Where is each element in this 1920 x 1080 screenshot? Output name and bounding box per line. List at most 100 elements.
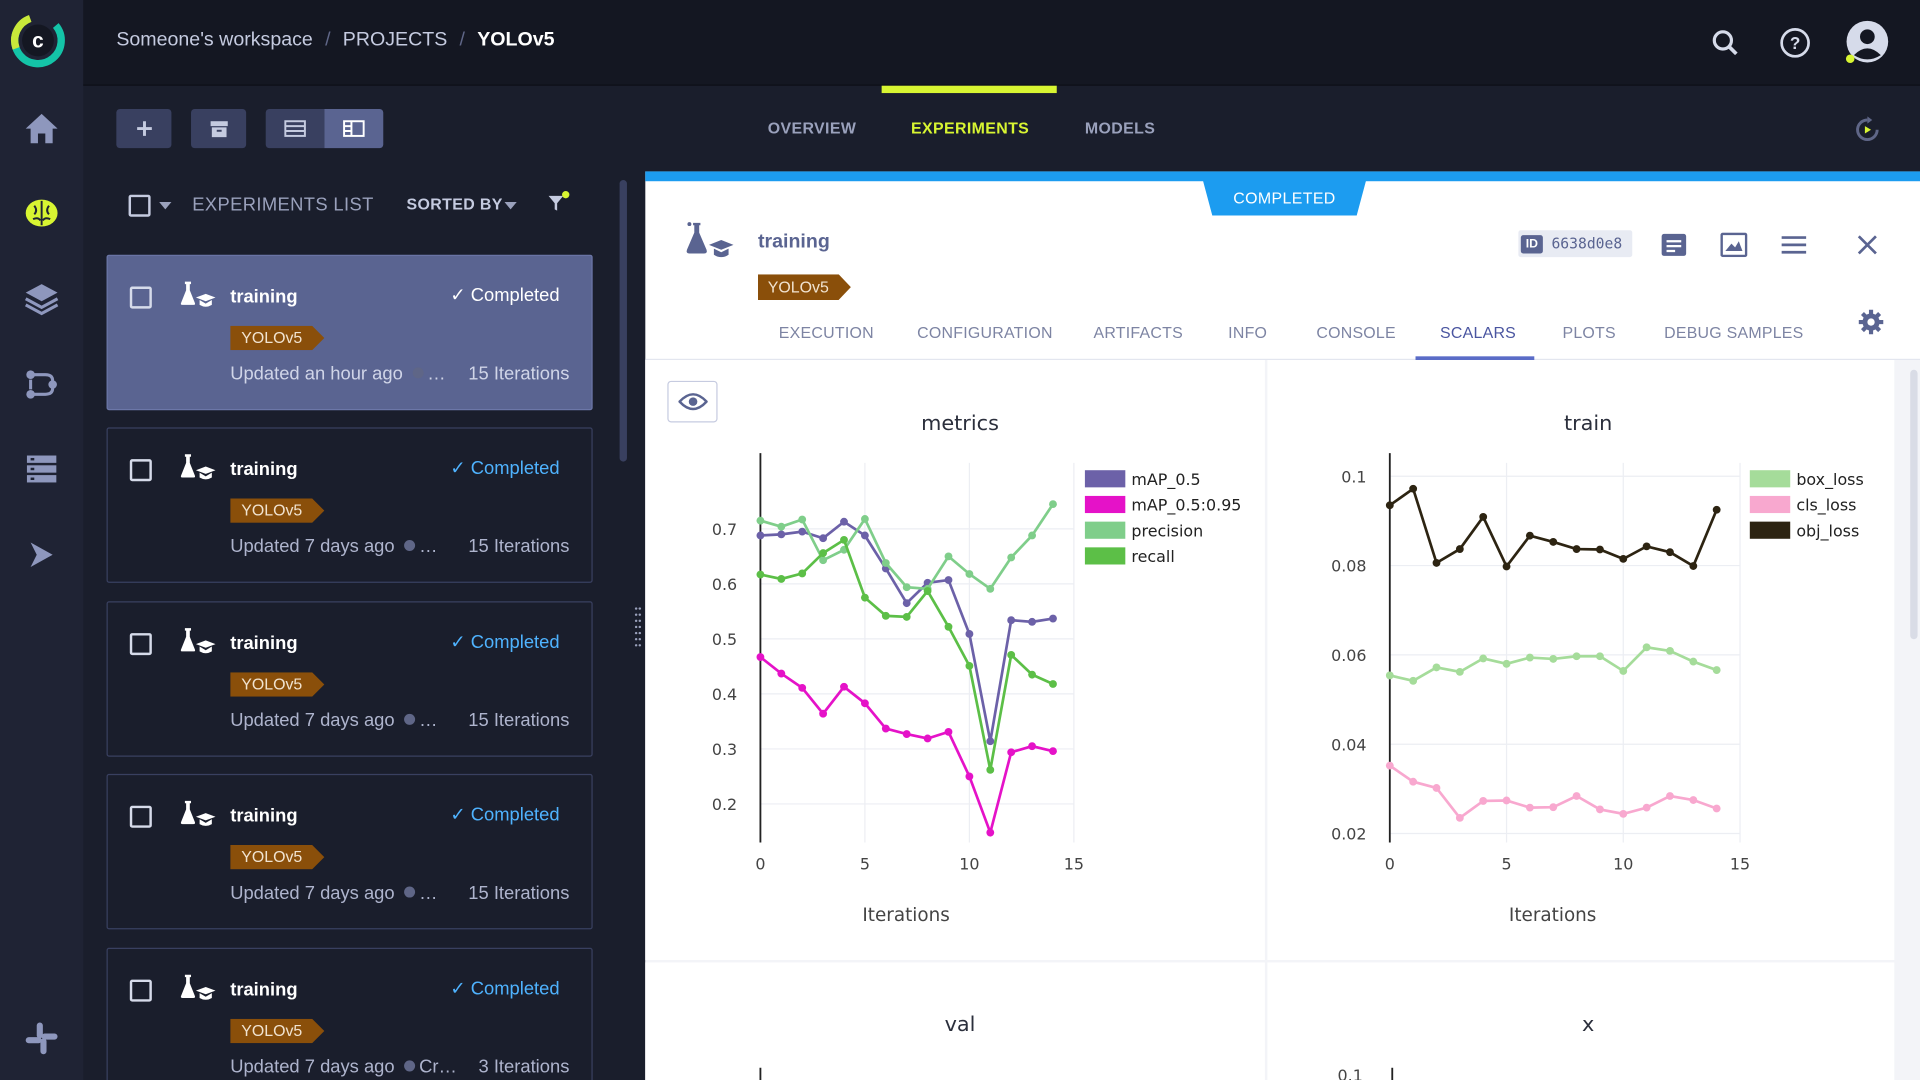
metrics-chart[interactable]: metrics 0 5 10 15 0.2 0.3 0.4 0.5 0.6 0.7 Iteration…: [645, 360, 1265, 960]
breadcrumb-project[interactable]: YOLOv5: [477, 29, 554, 51]
info-panel-icon[interactable]: [1657, 229, 1691, 261]
chevron-down-icon[interactable]: [504, 202, 517, 210]
data-point: [1479, 654, 1488, 663]
chevron-down-icon[interactable]: [159, 202, 172, 210]
new-experiment-button[interactable]: [116, 108, 172, 149]
experiment-checkbox[interactable]: [129, 633, 152, 656]
experiment-checkbox[interactable]: [129, 805, 152, 828]
data-point: [1712, 804, 1721, 813]
tab-debug-samples[interactable]: DEBUG SAMPLES: [1664, 323, 1803, 341]
data-point: [1409, 484, 1418, 493]
data-point: [881, 724, 890, 733]
experiment-card[interactable]: training ✓ Completed YOLOv5 Updated an hour…: [106, 254, 593, 411]
data-point: [777, 575, 786, 583]
help-icon[interactable]: ?: [1777, 24, 1814, 61]
legend-swatch: [1084, 470, 1126, 488]
orchestration-icon[interactable]: [17, 530, 66, 579]
datasets-icon[interactable]: [17, 444, 66, 493]
status-ribbon: COMPLETED: [1202, 178, 1367, 216]
search-icon[interactable]: [1707, 24, 1744, 61]
experiment-tag[interactable]: YOLOv5: [758, 274, 851, 300]
tab-plots[interactable]: PLOTS: [1562, 323, 1615, 341]
experiment-tag[interactable]: YOLOv5: [230, 1019, 324, 1043]
experiment-tag[interactable]: YOLOv5: [230, 326, 324, 350]
updated-label: Updated an hour ago: [230, 363, 403, 385]
val-chart[interactable]: val: [645, 962, 1265, 1080]
svg-text:c: c: [32, 30, 44, 53]
data-point: [944, 576, 953, 584]
archive-button[interactable]: [191, 108, 247, 149]
tab-execution[interactable]: EXECUTION: [779, 323, 874, 341]
sort-dropdown[interactable]: SORTED BY: [407, 195, 503, 213]
data-point: [923, 587, 932, 595]
user-name: …: [419, 882, 438, 904]
home-icon[interactable]: [17, 104, 66, 153]
select-all-checkbox[interactable]: [128, 194, 151, 217]
details-view-button[interactable]: [324, 108, 384, 149]
train-chart[interactable]: train 0 5 10 15 0.02 0.04 0.06 0.08 0.1 Iterations…: [1267, 360, 1894, 960]
breadcrumb-workspace[interactable]: Someone's workspace: [116, 29, 312, 51]
models-layers-icon[interactable]: [17, 274, 66, 323]
experiment-id[interactable]: ID 6638d0e8: [1518, 230, 1633, 258]
tab-console[interactable]: CONSOLE: [1316, 323, 1396, 341]
experiment-tag[interactable]: YOLOv5: [230, 672, 324, 696]
x-axis-label: Iterations: [1509, 905, 1596, 926]
data-point: [777, 522, 786, 531]
experiment-checkbox[interactable]: [129, 459, 152, 482]
tab-experiments[interactable]: EXPERIMENTS: [911, 119, 1029, 137]
tab-scalars[interactable]: SCALARS: [1440, 323, 1516, 341]
data-point: [819, 709, 828, 718]
updated-label: Updated 7 days ago: [230, 882, 395, 904]
experiment-card[interactable]: training ✓ Completed YOLOv5 Updated 7 days …: [106, 427, 593, 583]
data-point: [986, 584, 995, 593]
breadcrumb-separator: /: [325, 29, 331, 51]
breadcrumb-projects[interactable]: PROJECTS: [343, 29, 448, 51]
tab-models[interactable]: MODELS: [1085, 119, 1155, 137]
legend-label: box_loss: [1796, 470, 1863, 490]
experiment-card[interactable]: training ✓ Completed YOLOv5 Updated 7 days …: [106, 947, 593, 1080]
avatar[interactable]: [1842, 18, 1891, 67]
experiment-card[interactable]: training ✓ Completed YOLOv5 Updated 7 days …: [106, 601, 593, 757]
experiment-checkbox[interactable]: [129, 286, 152, 309]
table-view-button[interactable]: [265, 108, 325, 149]
experiment-card[interactable]: training ✓ Completed YOLOv5 Updated 7 days …: [106, 773, 593, 930]
tab-info[interactable]: INFO: [1228, 323, 1267, 341]
chart-card-metrics: metrics 0 5 10 15 0.2 0.3 0.4 0.5 0.6 0.7 Iteration…: [645, 360, 1265, 961]
experiment-tag[interactable]: YOLOv5: [230, 498, 324, 522]
full-screen-icon[interactable]: [1717, 229, 1751, 261]
pipelines-icon[interactable]: [17, 360, 66, 409]
user-name: …: [427, 363, 446, 385]
x-chart[interactable]: x 0.1: [1267, 962, 1894, 1080]
experiment-type-icon: [175, 627, 217, 665]
user-avatar-dot: [404, 1060, 416, 1072]
data-point: [944, 552, 953, 561]
experiment-checkbox[interactable]: [129, 979, 152, 1002]
graphs-scrollbar[interactable]: [1910, 369, 1918, 640]
data-point: [1596, 652, 1604, 661]
data-point: [1409, 676, 1418, 685]
data-point: [1642, 803, 1651, 812]
tab-overview[interactable]: OVERVIEW: [768, 119, 856, 137]
experiment-name[interactable]: training: [758, 231, 830, 253]
filter-icon[interactable]: [546, 191, 570, 222]
y-tick-label: 0.04: [1331, 735, 1366, 754]
chart-title: train: [1564, 411, 1612, 435]
clearml-logo[interactable]: c: [10, 12, 66, 68]
data-point: [860, 699, 869, 708]
auto-refresh-icon[interactable]: [1850, 113, 1884, 147]
experiments-brain-icon[interactable]: [17, 189, 66, 238]
close-icon[interactable]: [1850, 229, 1884, 261]
menu-icon[interactable]: [1777, 229, 1811, 261]
tab-configuration[interactable]: CONFIGURATION: [917, 323, 1053, 341]
list-scrollbar[interactable]: [619, 180, 627, 462]
data-point: [881, 611, 890, 620]
tab-artifacts[interactable]: ARTIFACTS: [1093, 323, 1182, 341]
panel-splitter-handle[interactable]: [634, 606, 642, 648]
legend-label: mAP_0.5:0.95: [1131, 496, 1241, 516]
settings-gear-icon[interactable]: [1854, 306, 1888, 338]
data-point: [1479, 797, 1488, 805]
data-point: [965, 772, 974, 781]
data-point: [1049, 680, 1057, 688]
experiment-tag[interactable]: YOLOv5: [230, 845, 324, 869]
slack-icon[interactable]: [17, 1014, 66, 1063]
